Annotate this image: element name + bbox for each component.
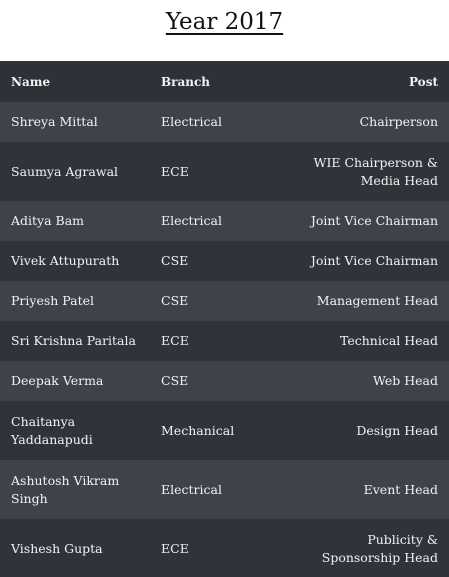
member-name: Aditya Bam [0, 201, 150, 241]
column-header-name: Name [0, 61, 150, 102]
member-name: Saumya Agrawal [0, 142, 150, 201]
member-post: Management Head [270, 281, 449, 321]
page-title: Year 2017 [0, 6, 449, 38]
member-post-line: Media Head [360, 172, 438, 188]
member-branch: Electrical [150, 460, 270, 519]
member-branch: ECE [150, 142, 270, 201]
member-name: Chaitanya Yaddanapudi [0, 401, 150, 460]
table-row: Ashutosh Vikram Singh Electrical Event He… [0, 460, 449, 519]
member-name: Priyesh Patel [0, 281, 150, 321]
member-branch: CSE [150, 241, 270, 281]
page-title-text: Year 2017 [165, 9, 284, 35]
member-post: WIE Chairperson & Media Head [270, 142, 449, 201]
member-post: Web Head [270, 361, 449, 401]
table-row: Vivek Attupurath CSE Joint Vice Chairman [0, 241, 449, 281]
member-name: Vishesh Gupta [0, 519, 150, 577]
member-name: Ashutosh Vikram Singh [0, 460, 150, 519]
member-post: Design Head [270, 401, 449, 460]
member-branch: CSE [150, 281, 270, 321]
member-branch: ECE [150, 321, 270, 361]
member-post: Technical Head [270, 321, 449, 361]
page: Year 2017 Name Branch Post Shreya Mittal… [0, 0, 449, 577]
member-branch: Electrical [150, 201, 270, 241]
table-row: Vishesh Gupta ECE Publicity & Sponsorship… [0, 519, 449, 577]
member-post: Event Head [270, 460, 449, 519]
member-post-line: WIE Chairperson & [313, 154, 438, 170]
table-row: Saumya Agrawal ECE WIE Chairperson & Medi… [0, 142, 449, 201]
member-branch: Electrical [150, 102, 270, 142]
member-post: Publicity & Sponsorship Head [270, 519, 449, 577]
table-row: Aditya Bam Electrical Joint Vice Chairma… [0, 201, 449, 241]
table-row: Priyesh Patel CSE Management Head [0, 281, 449, 321]
member-name-line: Singh [11, 490, 48, 506]
member-name: Vivek Attupurath [0, 241, 150, 281]
member-name: Shreya Mittal [0, 102, 150, 142]
team-table: Name Branch Post Shreya Mittal Electrica… [0, 61, 449, 577]
member-name: Deepak Verma [0, 361, 150, 401]
table-row: Sri Krishna Paritala ECE Technical Head [0, 321, 449, 361]
member-branch: Mechanical [150, 401, 270, 460]
member-post-line: Publicity & [367, 531, 438, 547]
column-header-branch: Branch [150, 61, 270, 102]
member-name: Sri Krishna Paritala [0, 321, 150, 361]
member-branch: ECE [150, 519, 270, 577]
member-post: Joint Vice Chairman [270, 201, 449, 241]
member-name-line: Yaddanapudi [11, 431, 93, 447]
table-row: Chaitanya Yaddanapudi Mechanical Design H… [0, 401, 449, 460]
member-name-line: Chaitanya [11, 413, 76, 429]
member-post-line: Sponsorship Head [321, 549, 438, 565]
table-row: Shreya Mittal Electrical Chairperson [0, 102, 449, 142]
member-name-line: Ashutosh Vikram [11, 472, 120, 488]
table-header-row: Name Branch Post [0, 61, 449, 102]
column-header-post: Post [270, 61, 449, 102]
member-post: Joint Vice Chairman [270, 241, 449, 281]
member-branch: CSE [150, 361, 270, 401]
member-post: Chairperson [270, 102, 449, 142]
table-row: Deepak Verma CSE Web Head [0, 361, 449, 401]
